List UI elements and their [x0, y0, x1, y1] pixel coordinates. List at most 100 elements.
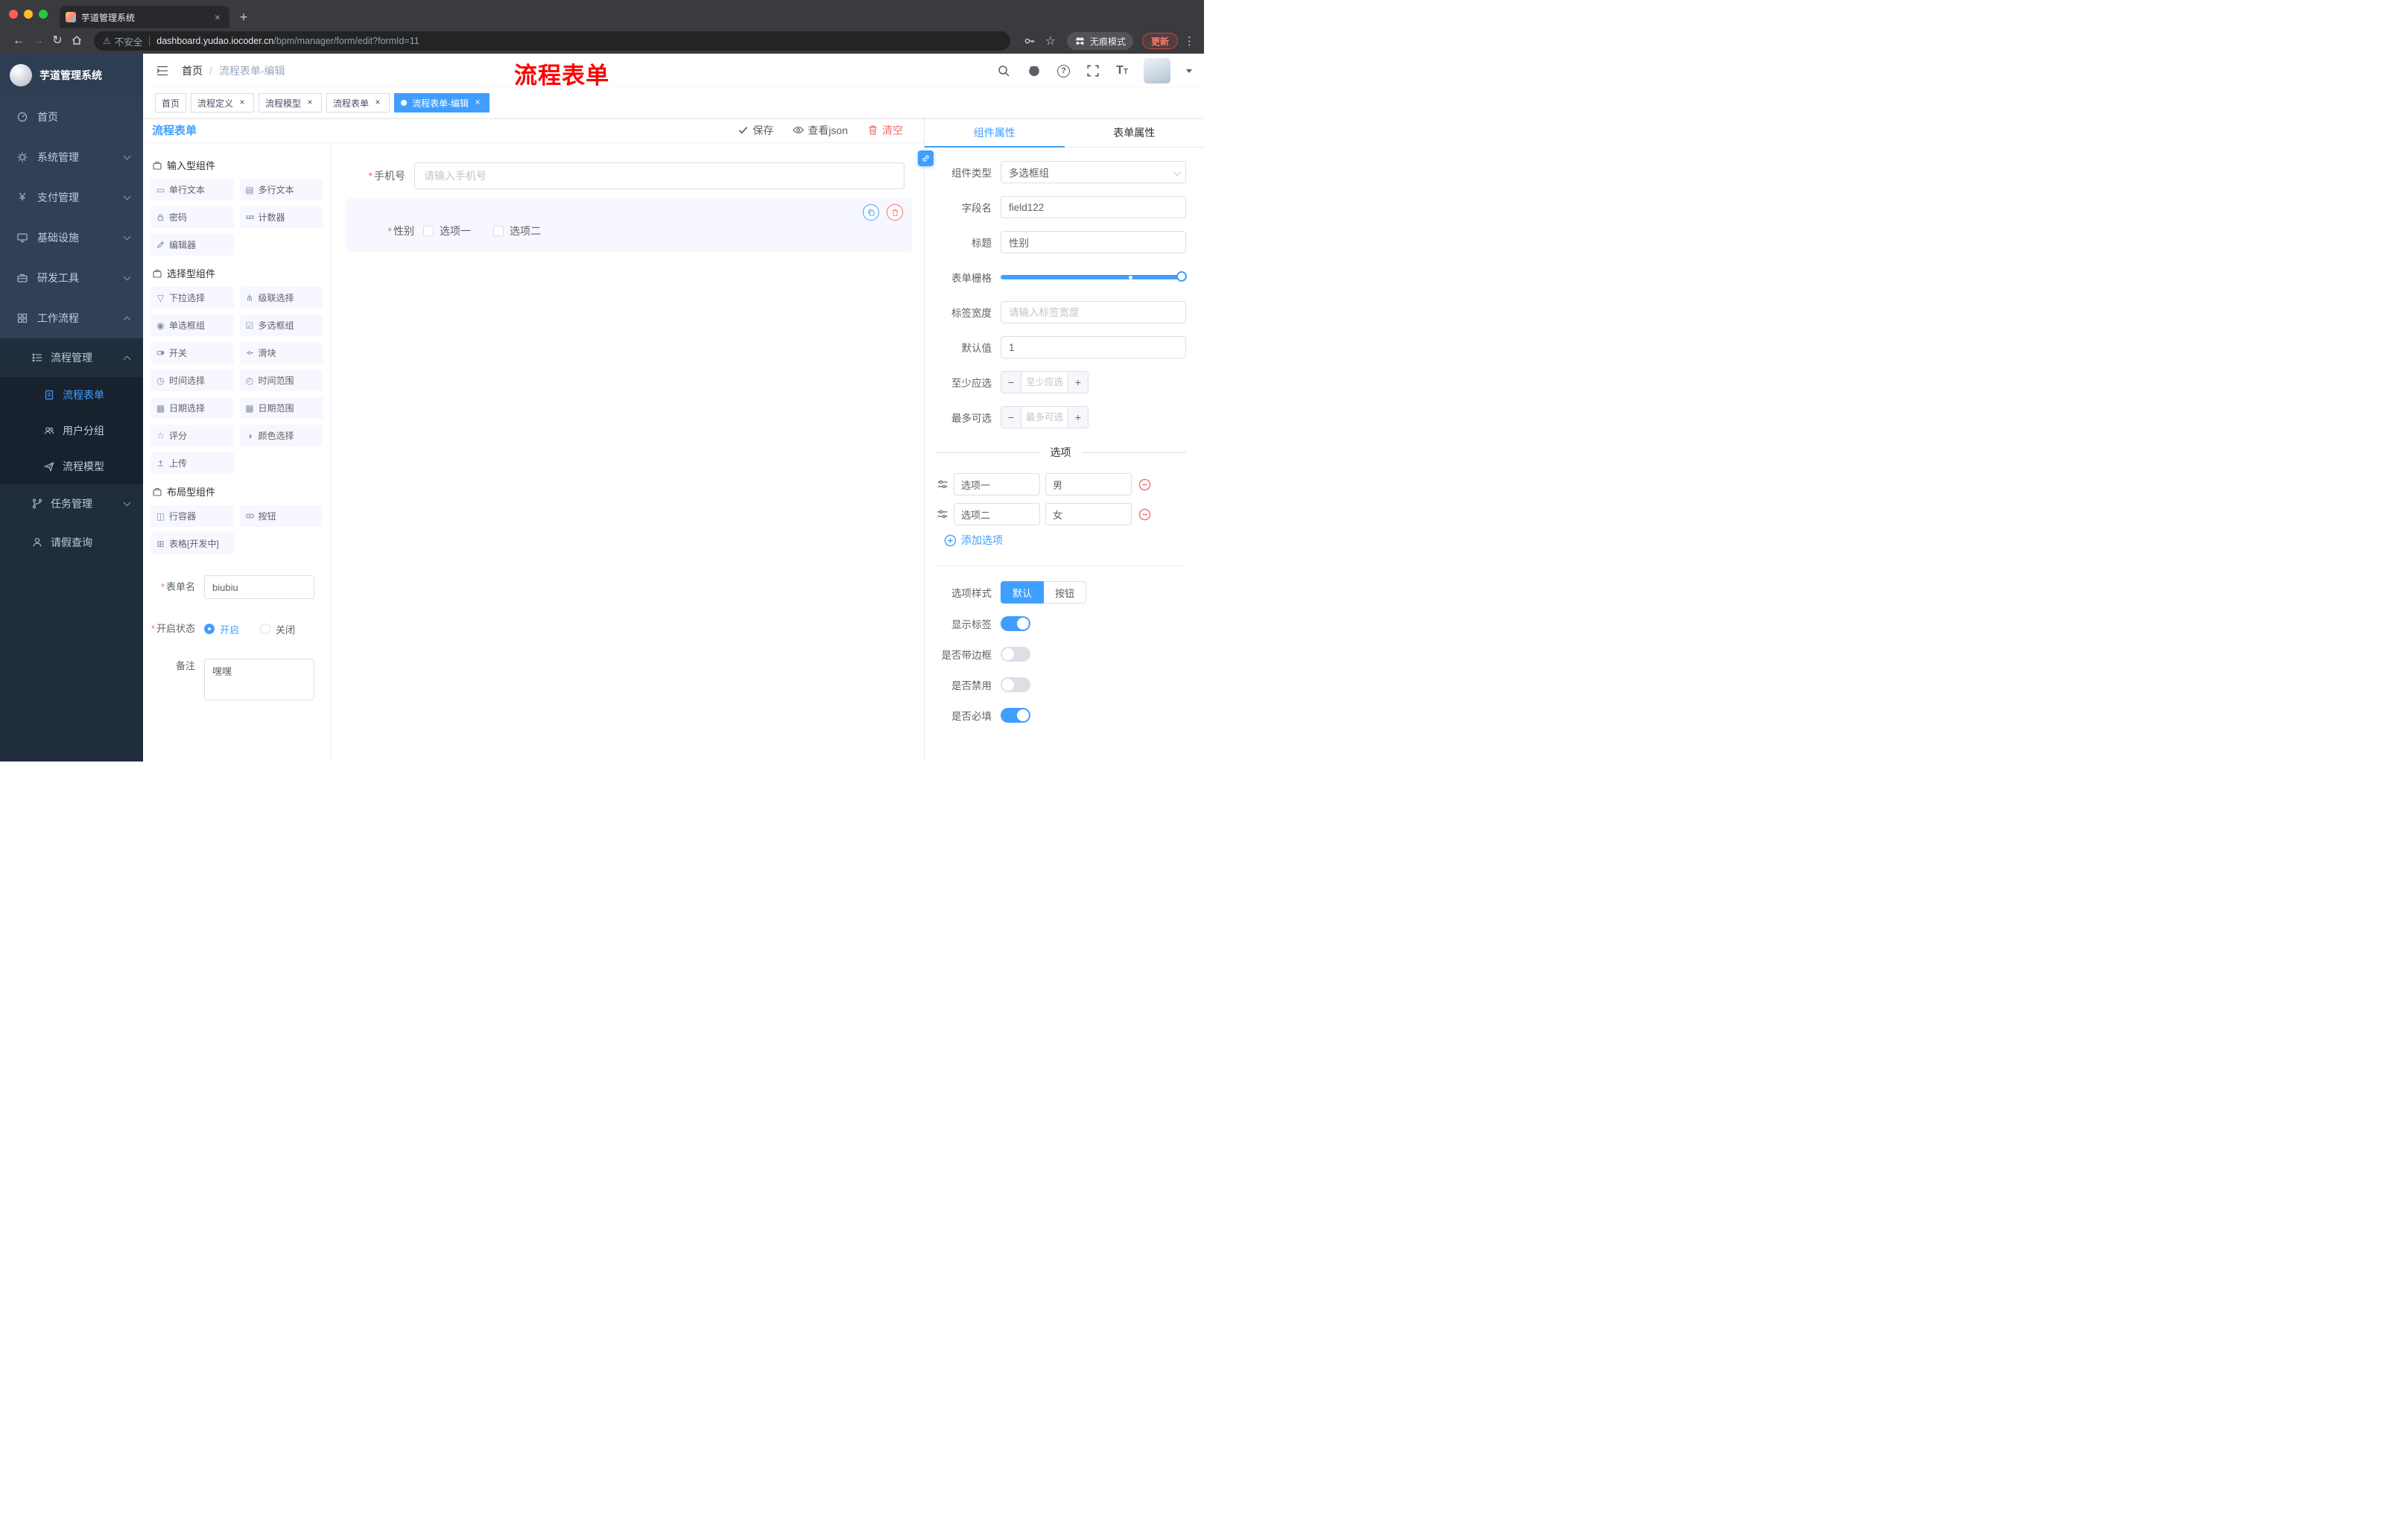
palette-item-checkbox-group[interactable]: ☑ 多选框组: [239, 314, 323, 336]
tab-close-icon[interactable]: ×: [212, 11, 224, 23]
tab-form-props[interactable]: 表单属性: [1065, 118, 1205, 147]
tag-close-icon[interactable]: ×: [305, 98, 315, 108]
disabled-toggle[interactable]: [1001, 677, 1030, 692]
breadcrumb-home[interactable]: 首页: [182, 63, 203, 78]
avatar-dropdown-caret-icon[interactable]: [1186, 69, 1192, 73]
sidebar-item-user-groups[interactable]: 用户分组: [0, 413, 143, 449]
palette-item-editor[interactable]: 编辑器: [150, 234, 234, 256]
font-size-icon[interactable]: TT: [1116, 64, 1128, 77]
sidebar-toggle-icon[interactable]: [155, 63, 170, 78]
search-icon[interactable]: [996, 63, 1011, 78]
palette-item-date-picker[interactable]: ▦ 日期选择: [150, 397, 234, 419]
browser-tab[interactable]: 芋道管理系统 ×: [60, 6, 229, 28]
default-value-input[interactable]: [1001, 336, 1186, 358]
tag-process-definition[interactable]: 流程定义 ×: [191, 93, 255, 113]
status-radio-open[interactable]: 开启: [204, 622, 239, 636]
increment-button[interactable]: +: [1068, 407, 1088, 428]
bookmark-star-icon[interactable]: ☆: [1042, 32, 1059, 50]
minimize-window-button[interactable]: [24, 10, 33, 19]
option-value-input[interactable]: [1045, 503, 1132, 525]
slider-handle[interactable]: [1176, 271, 1187, 282]
remove-option-button[interactable]: [1138, 478, 1151, 491]
forward-button[interactable]: →: [28, 31, 48, 51]
sidebar-item-leave-query[interactable]: 请假查询: [0, 523, 143, 562]
option-label-input[interactable]: [954, 503, 1040, 525]
show-label-toggle[interactable]: [1001, 616, 1030, 631]
sidebar-item-payment-mgmt[interactable]: ¥ 支付管理: [0, 177, 143, 218]
view-json-button[interactable]: 查看json: [793, 123, 848, 138]
tag-close-icon[interactable]: ×: [373, 98, 383, 108]
tag-process-model[interactable]: 流程模型 ×: [259, 93, 323, 113]
palette-item-counter[interactable]: 123 计数器: [239, 206, 323, 228]
delete-component-button[interactable]: [887, 204, 903, 221]
tag-close-icon[interactable]: ×: [237, 98, 247, 108]
palette-item-slider[interactable]: 滑块: [239, 342, 323, 364]
remark-textarea[interactable]: 嘿嘿: [204, 659, 314, 700]
browser-menu-icon[interactable]: ⋮: [1184, 34, 1195, 48]
remove-option-button[interactable]: [1138, 508, 1151, 521]
user-avatar[interactable]: [1144, 58, 1170, 83]
palette-item-time-range[interactable]: ◴ 时间范围: [239, 370, 323, 391]
palette-item-select[interactable]: ▽ 下拉选择: [150, 287, 234, 308]
palette-item-color-picker[interactable]: ◑ 颜色选择: [239, 425, 323, 446]
palette-item-switch[interactable]: 开关: [150, 342, 234, 364]
tag-close-icon[interactable]: ×: [472, 98, 483, 108]
zoom-window-button[interactable]: [39, 10, 48, 19]
canvas-field-gender-selected[interactable]: * 性别 选项一 选项二: [346, 198, 912, 252]
option-label-input[interactable]: [954, 473, 1040, 495]
tag-process-form[interactable]: 流程表单 ×: [326, 93, 390, 113]
doc-link-button[interactable]: [918, 151, 934, 166]
password-key-icon[interactable]: [1021, 32, 1039, 50]
help-icon[interactable]: ?: [1057, 64, 1071, 77]
with-border-toggle[interactable]: [1001, 647, 1030, 662]
drag-handle-icon[interactable]: [937, 478, 948, 490]
sidebar-item-process-form[interactable]: 流程表单: [0, 377, 143, 413]
save-button[interactable]: 保存: [738, 123, 773, 138]
palette-item-time-picker[interactable]: ◷ 时间选择: [150, 370, 234, 391]
option-style-default[interactable]: 默认: [1001, 581, 1045, 604]
sidebar-item-infrastructure[interactable]: 基础设施: [0, 218, 143, 258]
home-button[interactable]: [67, 31, 86, 51]
sidebar-item-process-mgmt[interactable]: 流程管理: [0, 338, 143, 377]
palette-item-button[interactable]: 按钮: [239, 505, 323, 527]
form-name-input[interactable]: [204, 575, 314, 599]
add-option-button[interactable]: 添加选项: [944, 533, 1186, 548]
component-type-select[interactable]: 多选框组: [1001, 161, 1186, 183]
copy-component-button[interactable]: [863, 204, 879, 221]
close-window-button[interactable]: [9, 10, 18, 19]
decrement-button[interactable]: −: [1001, 372, 1021, 393]
phone-input[interactable]: [414, 162, 904, 189]
max-select-input[interactable]: [1021, 407, 1068, 428]
sidebar-item-dev-tools[interactable]: 研发工具: [0, 258, 143, 298]
palette-item-password[interactable]: 密码: [150, 206, 234, 228]
sidebar-item-workflow[interactable]: 工作流程: [0, 298, 143, 338]
decrement-button[interactable]: −: [1001, 407, 1021, 428]
browser-update-button[interactable]: 更新: [1141, 33, 1178, 49]
palette-item-cascader[interactable]: ⋔ 级联选择: [239, 287, 323, 308]
min-select-input[interactable]: [1021, 372, 1068, 393]
option-style-button[interactable]: 按钮: [1044, 581, 1087, 604]
palette-item-textarea[interactable]: ▤ 多行文本: [239, 179, 323, 200]
tab-component-props[interactable]: 组件属性: [925, 118, 1065, 148]
github-icon[interactable]: [1027, 63, 1042, 78]
field-name-input[interactable]: [1001, 196, 1186, 218]
new-tab-button[interactable]: +: [234, 7, 253, 27]
palette-item-table[interactable]: ⊞ 表格[开发中]: [150, 533, 234, 554]
reload-button[interactable]: ↻: [48, 31, 67, 51]
grid-slider[interactable]: [1001, 266, 1187, 288]
tag-process-form-edit[interactable]: 流程表单-编辑 ×: [394, 93, 490, 113]
gender-option-1-checkbox[interactable]: 选项一: [423, 224, 471, 238]
palette-item-radio-group[interactable]: ◉ 单选框组: [150, 314, 234, 336]
option-value-input[interactable]: [1045, 473, 1132, 495]
palette-item-row-container[interactable]: ◫ 行容器: [150, 505, 234, 527]
palette-item-rate[interactable]: ☆ 评分: [150, 425, 234, 446]
drag-handle-icon[interactable]: [937, 508, 948, 520]
gender-option-2-checkbox[interactable]: 选项二: [493, 224, 541, 238]
label-width-input[interactable]: [1001, 301, 1186, 323]
increment-button[interactable]: +: [1068, 372, 1088, 393]
palette-item-upload[interactable]: 上传: [150, 452, 234, 474]
palette-item-date-range[interactable]: ▦ 日期范围: [239, 397, 323, 419]
sidebar-item-home[interactable]: 首页: [0, 97, 143, 137]
address-bar[interactable]: ⚠ 不安全 dashboard.yudao.iocoder.cn /bpm/ma…: [94, 31, 1010, 51]
canvas-field-phone[interactable]: * 手机号: [346, 162, 912, 189]
